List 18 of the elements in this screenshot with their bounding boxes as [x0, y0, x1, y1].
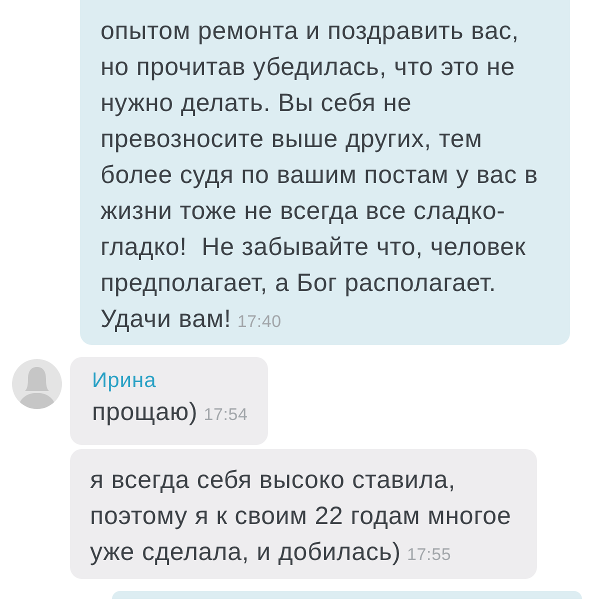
- message-text: уже сделала, и добилась): [90, 537, 402, 568]
- timestamp: 17:40: [237, 312, 282, 332]
- message-text: но прочитав убедилась, что это не: [100, 52, 516, 83]
- message-text: превозносите выше других, тем: [100, 124, 482, 155]
- message-text: Удачи вам!: [100, 304, 232, 335]
- message-text: опытом ремонта и поздравить вас,: [100, 16, 520, 47]
- message-text: прощаю): [92, 397, 198, 428]
- message-text: предполагает, а Бог располагает.: [100, 268, 496, 299]
- timestamp: 17:54: [204, 405, 248, 425]
- avatar-icon: [12, 359, 62, 409]
- message-text: гладко! Не забывайте что, человек: [100, 232, 526, 263]
- message-text: более судя по вашим постам у вас в: [100, 160, 538, 191]
- timestamp: 17:55: [407, 545, 452, 565]
- message-text: жизни тоже не всегда все сладко-: [100, 196, 506, 227]
- sender-name: Ирина: [92, 368, 156, 394]
- message-text: я всегда себя высоко ставила,: [90, 465, 456, 496]
- message-text: поэтому я к своим 22 годам многое: [90, 501, 512, 532]
- message-text: нужно делать. Вы себя не: [100, 88, 412, 119]
